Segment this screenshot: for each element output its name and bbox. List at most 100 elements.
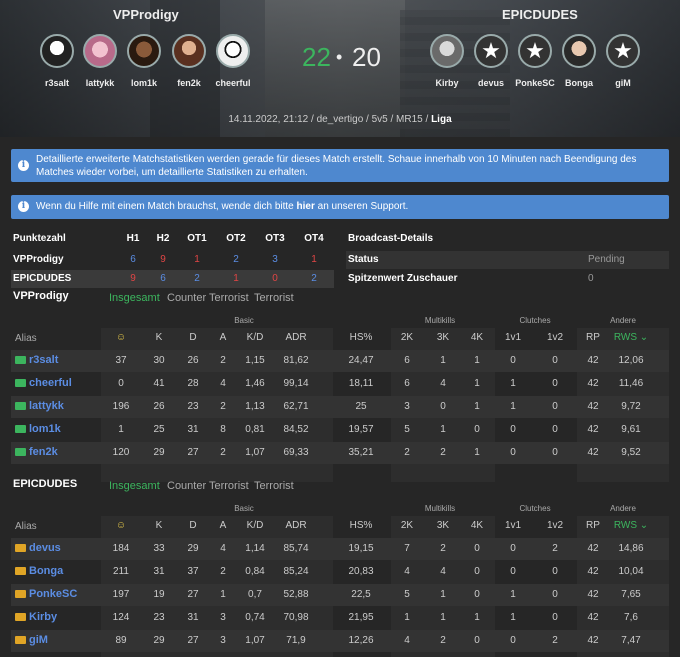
player-link[interactable]: Kirby xyxy=(15,611,57,623)
stat-cell: 7,47 xyxy=(621,635,641,646)
player-name[interactable]: lom1k xyxy=(29,423,61,435)
team-label[interactable]: EPICDUDES xyxy=(13,273,71,284)
col-header[interactable]: 2K xyxy=(389,332,425,343)
stat-cell: 81,62 xyxy=(283,355,309,366)
player-link[interactable]: Bonga xyxy=(15,565,63,577)
player-name[interactable]: Bonga xyxy=(554,78,604,88)
tab-terrorist[interactable]: Terrorist xyxy=(254,480,294,492)
player-link[interactable]: devus xyxy=(15,542,61,554)
col-header[interactable]: ADR xyxy=(278,520,314,531)
player-name[interactable]: PonkeSC xyxy=(510,78,560,88)
col-header[interactable]: 3K xyxy=(425,332,461,343)
broadcast-title: Broadcast-Details xyxy=(348,233,434,244)
player-link[interactable]: fen2k xyxy=(15,446,58,458)
smiley-icon[interactable]: ☺ xyxy=(103,520,139,531)
col-header[interactable]: A xyxy=(205,332,241,343)
tab-overall[interactable]: Insgesamt xyxy=(109,480,160,492)
col-header[interactable]: 1v2 xyxy=(537,332,573,343)
avatar[interactable] xyxy=(40,34,74,68)
col-header[interactable]: RWS ⌄ xyxy=(613,520,649,531)
tab-terrorist[interactable]: Terrorist xyxy=(254,292,294,304)
stat-cell: 42 xyxy=(587,566,599,577)
player-name[interactable]: giM xyxy=(598,78,648,88)
player-name[interactable]: lom1k xyxy=(119,78,169,88)
avatar[interactable] xyxy=(430,34,464,68)
player-name[interactable]: fen2k xyxy=(29,446,58,458)
player-name[interactable]: devus xyxy=(466,78,516,88)
col-header[interactable]: HS% xyxy=(343,332,379,343)
col-header-alias[interactable]: Alias xyxy=(15,521,37,532)
stat-cell: 41 xyxy=(153,378,165,389)
player-name[interactable]: fen2k xyxy=(164,78,214,88)
player-link[interactable]: cheerful xyxy=(15,377,72,389)
player-link[interactable]: giM xyxy=(15,634,48,646)
peak-viewers-value: 0 xyxy=(588,273,594,284)
star-logo-icon[interactable]: ★ xyxy=(474,34,508,68)
table-row: giM 89 29 27 3 1,07 71,9 12,26 4 2 0 0 2 42 7,47 xyxy=(11,630,669,652)
player-name[interactable]: cheerful xyxy=(29,377,72,389)
col-header[interactable]: 2K xyxy=(389,520,425,531)
player-link[interactable]: lattykk xyxy=(15,400,64,412)
col-header[interactable]: K/D xyxy=(237,520,273,531)
player-name[interactable]: cheerful xyxy=(208,78,258,88)
player-name[interactable]: Bonga xyxy=(29,565,63,577)
avatar[interactable] xyxy=(127,34,161,68)
col-header[interactable]: K xyxy=(141,520,177,531)
col-header-alias[interactable]: Alias xyxy=(15,333,37,344)
team-b-name[interactable]: EPICDUDES xyxy=(502,7,578,22)
stat-cell: 0 xyxy=(552,447,558,458)
col-header[interactable]: 4K xyxy=(459,520,495,531)
player-name[interactable]: PonkeSC xyxy=(29,588,77,600)
team-label[interactable]: VPProdigy xyxy=(13,254,64,265)
stat-cell: 0 xyxy=(510,355,516,366)
player-link[interactable]: PonkeSC xyxy=(15,588,77,600)
stat-cell: 0 xyxy=(510,543,516,554)
support-link[interactable]: hier xyxy=(297,201,315,212)
avatar[interactable] xyxy=(216,34,250,68)
score-cell: 3 xyxy=(272,254,278,265)
stat-cell: 1 xyxy=(404,612,410,623)
avatar[interactable] xyxy=(172,34,206,68)
stat-cell: 11,46 xyxy=(618,378,644,389)
player-name[interactable]: lattykk xyxy=(75,78,125,88)
col-header[interactable]: 3K xyxy=(425,520,461,531)
stat-cell: 29 xyxy=(153,447,165,458)
col-header[interactable]: 1v1 xyxy=(495,520,531,531)
player-name[interactable]: devus xyxy=(29,542,61,554)
match-league-link[interactable]: Liga xyxy=(431,114,452,125)
star-logo-icon[interactable]: ★ xyxy=(518,34,552,68)
player-link[interactable]: r3salt xyxy=(15,354,58,366)
tab-overall[interactable]: Insgesamt xyxy=(109,292,160,304)
stat-cell: 70,98 xyxy=(283,612,309,623)
player-link[interactable]: lom1k xyxy=(15,423,61,435)
player-name[interactable]: giM xyxy=(29,634,48,646)
stat-cell: 0,7 xyxy=(248,589,262,600)
col-header[interactable]: 1v1 xyxy=(495,332,531,343)
tab-counter-terrorist[interactable]: Counter Terrorist xyxy=(167,292,249,304)
col-header[interactable]: A xyxy=(205,520,241,531)
player-name[interactable]: r3salt xyxy=(29,354,58,366)
smiley-icon[interactable]: ☺ xyxy=(103,332,139,343)
stat-cell: 1 xyxy=(474,378,480,389)
col-header[interactable]: HS% xyxy=(343,520,379,531)
avatar[interactable] xyxy=(83,34,117,68)
col-header[interactable]: K xyxy=(141,332,177,343)
col-header[interactable]: RWS ⌄ xyxy=(613,332,649,343)
col-header[interactable]: RP xyxy=(575,520,611,531)
team-a-name[interactable]: VPProdigy xyxy=(113,7,179,22)
player-name[interactable]: lattykk xyxy=(29,400,64,412)
col-header[interactable]: K/D xyxy=(237,332,273,343)
player-name[interactable]: Kirby xyxy=(422,78,472,88)
col-header[interactable]: 4K xyxy=(459,332,495,343)
tab-counter-terrorist[interactable]: Counter Terrorist xyxy=(167,480,249,492)
stat-cell: 85,24 xyxy=(283,566,309,577)
avatar[interactable] xyxy=(562,34,596,68)
stat-cell: 42 xyxy=(587,612,599,623)
col-header[interactable]: 1v2 xyxy=(537,520,573,531)
score-title: Punktezahl xyxy=(13,233,66,244)
col-header[interactable]: RP xyxy=(575,332,611,343)
star-logo-icon[interactable]: ★ xyxy=(606,34,640,68)
stat-cell: 211 xyxy=(113,566,129,577)
col-header[interactable]: ADR xyxy=(278,332,314,343)
player-name[interactable]: Kirby xyxy=(29,611,57,623)
